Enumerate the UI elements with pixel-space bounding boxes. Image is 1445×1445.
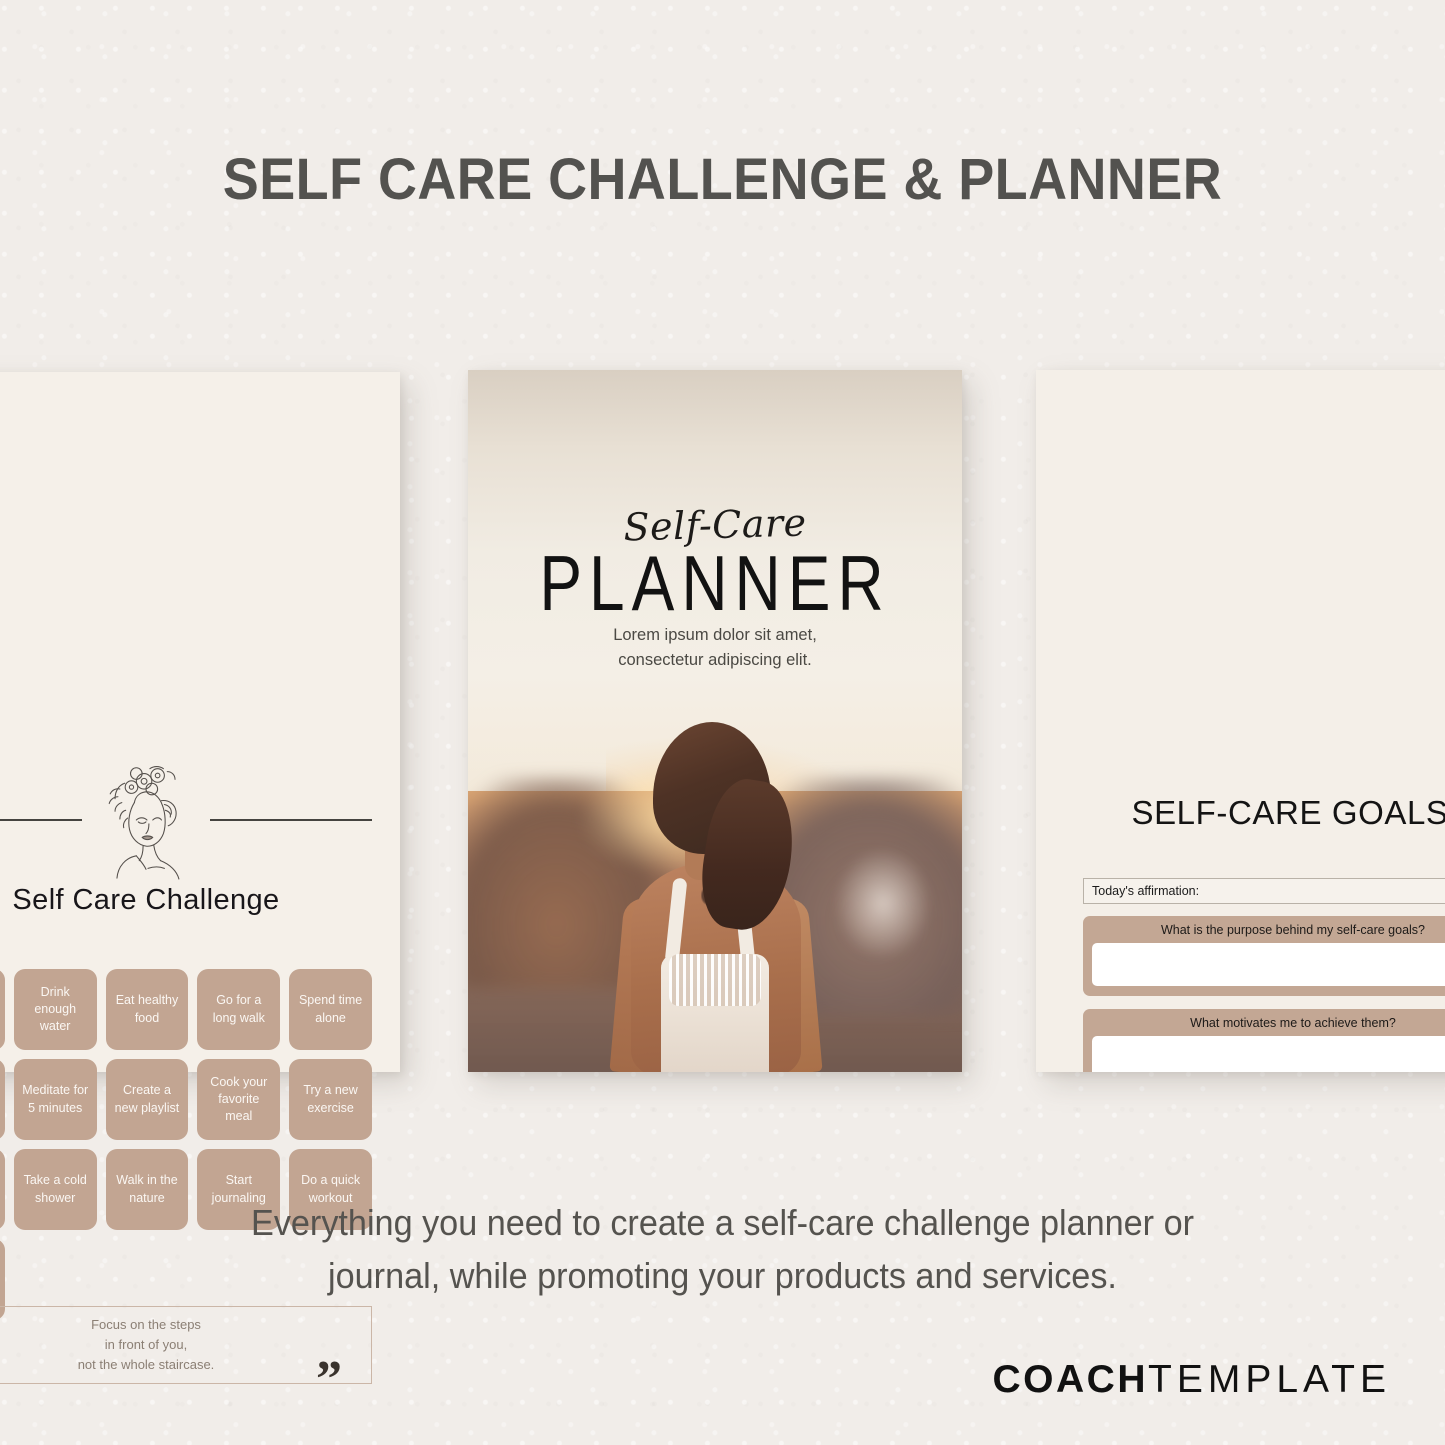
affirmation-field[interactable]: Today's affirmation: (1083, 878, 1445, 904)
decorative-rule-left (0, 819, 82, 821)
cover-subtitle-line-1: Lorem ipsum dolor sit amet, (613, 626, 817, 644)
tagline-line-1: Everything you need to create a self-car… (251, 1202, 1194, 1243)
self-care-challenge-card[interactable]: Self Care Challenge Write down your goal… (0, 372, 400, 1406)
left-card-inner: Self Care Challenge Write down your goal… (0, 372, 400, 1406)
left-card-title: Self Care Challenge (12, 884, 280, 916)
affirmation-label: Today's affirmation: (1092, 884, 1200, 898)
self-care-planner-cover-card[interactable]: Self-Care PLANNER Lorem ipsum dolor sit … (468, 370, 962, 1072)
challenge-tile[interactable]: Spend time alone (289, 969, 372, 1050)
cover-subtitle: Lorem ipsum dolor sit amet, consectetur … (468, 623, 962, 673)
woman-photo-figure (565, 722, 865, 1072)
cover-subtitle-line-2: consectetur adipiscing elit. (618, 650, 812, 669)
challenge-tile[interactable]: Cook your favorite meal (197, 1059, 281, 1140)
goals-card-title: SELF-CARE GOALS (1131, 794, 1445, 831)
question-input[interactable] (1092, 1036, 1445, 1072)
self-care-goals-card[interactable]: SELF-CARE GOALS Today's affirmation: Wha… (1036, 370, 1445, 1072)
challenge-tile[interactable]: Write down your goal (0, 969, 5, 1050)
challenge-tile[interactable]: Create a new playlist (105, 1059, 189, 1140)
challenge-tile[interactable]: Eat healthy food (105, 969, 189, 1050)
figure-lace-detail (669, 954, 761, 1006)
question-input[interactable] (1092, 943, 1445, 986)
tagline-line-2: journal, while promoting your products a… (328, 1255, 1117, 1297)
cover-main-title: PLANNER (539, 539, 891, 627)
challenge-tile[interactable]: Try a new exercise (289, 1059, 372, 1140)
challenge-tile[interactable]: Meditate for 5 minutes (13, 1059, 97, 1140)
quote-line-1: Focus on the steps (91, 1317, 201, 1332)
question-label: What motivates me to achieve them? (1190, 1016, 1396, 1030)
question-label: What is the purpose behind my self-care … (1160, 923, 1426, 937)
quotation-mark-icon: ” (316, 1351, 342, 1408)
question-block-purpose: What is the purpose behind my self-care … (1083, 916, 1445, 996)
challenge-tile[interactable]: No TV night (0, 1149, 5, 1230)
question-block-motivation: What motivates me to achieve them? (1083, 1009, 1445, 1072)
challenge-tile[interactable]: Sleep for 8 hours (0, 1059, 5, 1140)
decorative-rule-right (210, 819, 372, 821)
challenge-tile[interactable]: Drink enough water (13, 969, 97, 1050)
brand-bold-text: COACH (992, 1358, 1149, 1401)
brand-logo: COACHTEMPLATE (993, 1358, 1391, 1402)
challenge-tile[interactable]: Go for a long walk (197, 969, 281, 1050)
tagline: Everything you need to create a self-car… (36, 1196, 1409, 1303)
brand-light-text: TEMPLATE (1148, 1358, 1391, 1401)
woman-flower-crown-icon (87, 760, 205, 880)
